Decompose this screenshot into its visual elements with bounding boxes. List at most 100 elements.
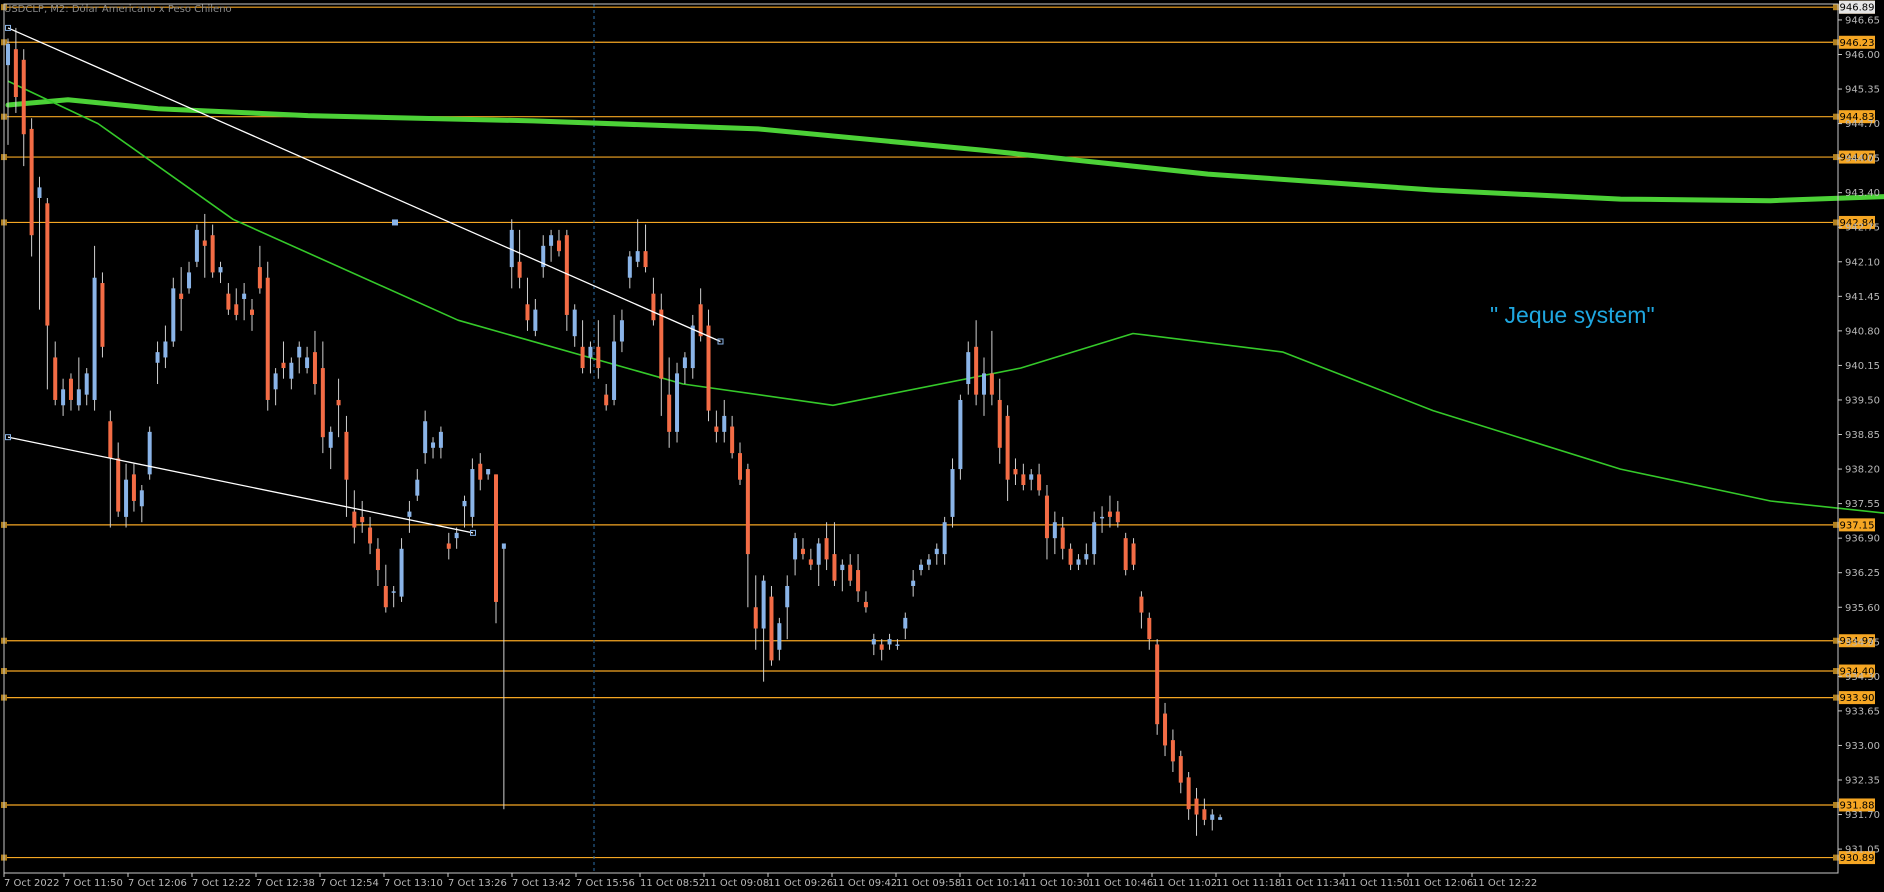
- bull-candle-body: [242, 293, 247, 299]
- bear-candle-body: [596, 346, 601, 369]
- bull-candle-body: [415, 479, 420, 496]
- bear-candle-body: [352, 511, 357, 528]
- bull-candle-body: [92, 277, 97, 400]
- time-tick-label: 11 Oct 09:42: [832, 878, 897, 889]
- bear-candle-body: [210, 235, 215, 273]
- bear-candle-body: [659, 309, 664, 379]
- bear-candle-body: [21, 59, 26, 135]
- bear-candle-body: [651, 293, 656, 321]
- time-tick-label: 11 Oct 09:08: [704, 878, 769, 889]
- price-tick-label: 938.20: [1845, 465, 1880, 476]
- bull-candle-body: [147, 431, 152, 475]
- price-tick-label: 944.05: [1845, 154, 1880, 165]
- bull-candle-body: [273, 373, 278, 390]
- price-tick-label: 944.70: [1845, 119, 1880, 130]
- bear-candle-body: [250, 309, 254, 315]
- bear-candle-body: [1044, 495, 1049, 539]
- bull-candle-body: [61, 389, 66, 406]
- candle[interactable]: [1123, 532, 1128, 576]
- bear-candle-body: [997, 399, 1002, 448]
- bull-candle-body: [6, 43, 10, 66]
- price-tick-label: 934.30: [1845, 672, 1880, 683]
- bear-candle-body: [556, 240, 561, 252]
- candle[interactable]: [706, 309, 711, 422]
- bull-candle-body: [431, 442, 436, 448]
- bear-candle-body: [383, 585, 388, 608]
- bear-candle-body: [368, 527, 373, 544]
- bear-candle-body: [1155, 644, 1160, 725]
- bear-candle-body: [643, 251, 648, 268]
- bear-candle-body: [824, 538, 829, 560]
- time-tick-label: 7 Oct 13:42: [512, 878, 571, 889]
- bear-candle-body: [360, 516, 365, 523]
- bull-candle-body: [903, 617, 908, 629]
- time-tick-label: 11 Oct 11:50: [1344, 878, 1409, 889]
- bull-candle-body: [682, 357, 687, 369]
- candle[interactable]: [1155, 639, 1160, 735]
- bear-candle-body: [446, 543, 451, 549]
- time-tick-label: 11 Oct 11:02: [1152, 878, 1217, 889]
- candle[interactable]: [494, 474, 498, 624]
- candle[interactable]: [194, 224, 199, 268]
- bear-candle-body: [1186, 777, 1191, 810]
- candle[interactable]: [958, 394, 963, 480]
- bear-candle-body: [974, 346, 979, 395]
- bull-candle-body: [761, 580, 766, 629]
- bull-candle-body: [470, 469, 475, 517]
- bear-candle-body: [29, 128, 34, 236]
- bear-candle-body: [1131, 543, 1136, 565]
- bear-candle-body: [68, 378, 73, 400]
- price-tick-label: 942.10: [1845, 257, 1880, 268]
- bull-candle-body: [793, 538, 798, 560]
- bull-candle-body: [635, 251, 640, 262]
- bear-candle-body: [808, 559, 813, 565]
- bull-candle-body: [722, 415, 727, 432]
- bear-candle-body: [1107, 511, 1112, 517]
- candle[interactable]: [675, 362, 680, 443]
- bear-candle-body: [1013, 469, 1018, 475]
- bear-candle-body: [257, 267, 262, 289]
- bear-candle-body: [667, 394, 672, 432]
- bull-candle-body: [171, 288, 176, 342]
- time-tick-label: 11 Oct 10:46: [1088, 878, 1153, 889]
- bear-candle-body: [1194, 798, 1199, 815]
- price-tick-label: 945.35: [1845, 85, 1880, 96]
- bear-candle-body: [13, 49, 18, 98]
- bull-candle-body: [76, 389, 81, 406]
- candle[interactable]: [100, 272, 105, 358]
- price-chart[interactable]: 946.89946.23944.83944.07942.84937.15934.…: [0, 0, 1884, 892]
- time-tick-label: 11 Oct 10:14: [960, 878, 1025, 889]
- bull-candle-body: [155, 352, 160, 363]
- time-tick-label: 11 Oct 09:58: [896, 878, 961, 889]
- bull-candle-body: [1092, 522, 1097, 555]
- bull-candle-body: [588, 346, 593, 358]
- bull-candle-body: [84, 373, 89, 395]
- bear-candle-body: [344, 431, 349, 480]
- candle[interactable]: [147, 426, 152, 480]
- price-tick-label: 936.25: [1845, 568, 1880, 579]
- bear-candle-body: [856, 570, 861, 592]
- time-tick-label: 11 Oct 08:52: [640, 878, 705, 889]
- chart-window: 946.89946.23944.83944.07942.84937.15934.…: [0, 0, 1884, 892]
- time-tick-label: 7 Oct 12:38: [256, 878, 315, 889]
- price-tick-label: 931.05: [1845, 845, 1880, 856]
- price-tick-label: 946.65: [1845, 15, 1880, 26]
- time-tick-label: 7 Oct 12:22: [192, 878, 251, 889]
- bull-candle-body: [399, 548, 404, 597]
- candle[interactable]: [769, 585, 774, 666]
- bull-candle-body: [675, 373, 680, 432]
- candle[interactable]: [265, 261, 270, 411]
- level-anchor[interactable]: [392, 219, 398, 226]
- bull-candle-body: [816, 543, 821, 565]
- bear-candle-body: [753, 607, 758, 629]
- bull-candle-body: [218, 267, 223, 273]
- bear-candle-body: [525, 304, 530, 321]
- bear-candle-body: [848, 564, 853, 581]
- bull-candle-body: [871, 639, 876, 645]
- time-tick-label: 11 Oct 12:22: [1472, 878, 1537, 889]
- time-tick-label: 11 Oct 10:30: [1024, 878, 1089, 889]
- time-tick-label: 7 Oct 12:54: [320, 878, 379, 889]
- bear-candle-body: [1163, 713, 1168, 746]
- bull-candle-body: [1210, 814, 1215, 820]
- bull-candle-body: [187, 272, 192, 289]
